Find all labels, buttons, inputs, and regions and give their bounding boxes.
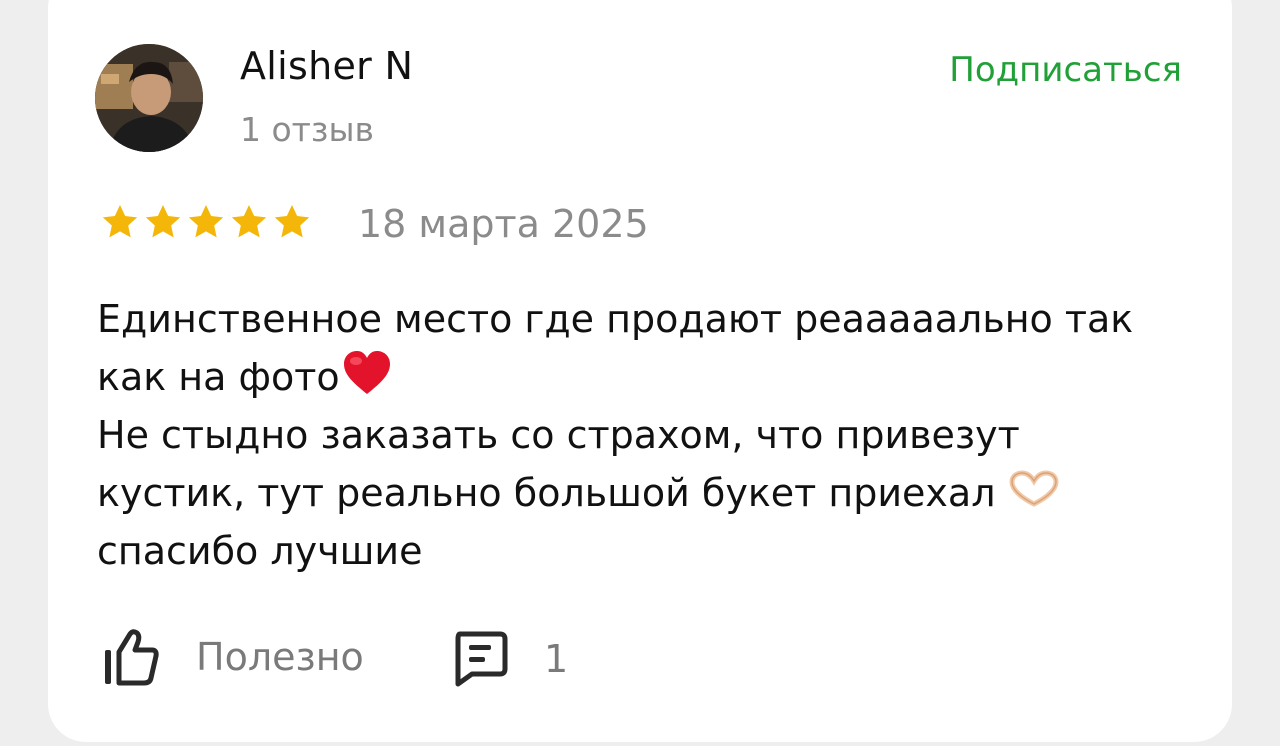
heart-emoji-icon [343,351,390,394]
review-line-with-hands: кустик, тут реально большой букет приеха… [97,464,1187,522]
review-text: Единственное место где продают реаааааль… [97,290,1187,580]
star-icon [145,205,181,238]
star-icon [102,205,138,238]
review-date: 18 марта 2025 [358,202,649,246]
review-line: как на фото [97,355,340,399]
helpful-button[interactable]: Полезно [100,626,364,688]
comment-icon [455,631,508,687]
reviewer-name[interactable]: Alisher N [240,44,413,88]
subscribe-button[interactable]: Подписаться [949,50,1182,90]
comment-count: 1 [544,637,569,681]
star-icon [188,205,224,238]
thumbs-up-icon [105,629,159,686]
star-icon [274,205,310,238]
review-line: Единственное место где продают реаааааль… [97,297,1134,341]
reviewer-avatar[interactable] [95,44,203,152]
comments-button[interactable]: 1 [452,630,568,688]
review-line: спасибо лучшие [97,529,423,573]
helpful-label: Полезно [196,635,364,679]
reviewer-review-count: 1 отзыв [240,110,374,149]
heart-hands-emoji-icon [1008,470,1059,507]
review-line: кустик, тут реально большой букет приеха… [97,471,996,515]
star-icon [231,205,267,238]
review-line-with-heart: как на фото [97,348,1187,406]
review-line: Не стыдно заказать со страхом, что приве… [97,413,1020,457]
rating-stars [100,202,312,242]
